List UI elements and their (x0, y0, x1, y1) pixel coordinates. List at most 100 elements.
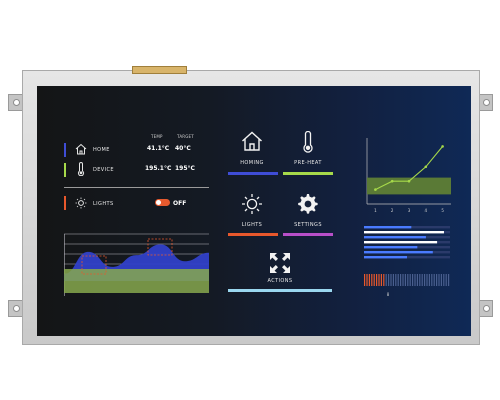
sun-icon (242, 194, 262, 214)
tick-mark (397, 274, 399, 286)
tick-mark (431, 274, 433, 286)
device-row-marker (64, 163, 66, 177)
tick-mark (402, 274, 404, 286)
settings-label: SETTINGS (294, 222, 322, 228)
x-tick-label: 4 (425, 208, 428, 213)
lights-toggle-state: OFF (173, 200, 187, 207)
hbar-bar (364, 226, 412, 229)
tick-mark (407, 274, 409, 286)
x-tick-label: 2 (391, 208, 394, 213)
tick-mark (392, 274, 394, 286)
line-point (441, 145, 444, 148)
lights-row-label: LIGHTS (93, 201, 114, 207)
tick-progress-bar: 8 (364, 274, 450, 297)
home-temp-value: 41.1°C (147, 145, 170, 152)
tick-mark (385, 274, 387, 286)
lights-underline (228, 233, 278, 236)
home-row-marker (64, 143, 66, 157)
hbar-bar (364, 256, 407, 259)
homing-label: HOMING (240, 160, 264, 166)
tick-mark (428, 274, 430, 286)
home-row-label: HOME (93, 147, 110, 153)
tick-mark (438, 274, 440, 286)
preheat-tile[interactable]: PRE-HEAT (283, 131, 333, 177)
tick-mark (440, 274, 442, 286)
tick-mark (421, 274, 423, 286)
touch-screen: TEMP TARGET HOME 41.1°C 40°C DEVICE 195.… (37, 86, 471, 336)
tick-mark (416, 274, 418, 286)
sun-icon (75, 197, 87, 209)
tick-mark (404, 274, 406, 286)
col-header-temp: TEMP (151, 134, 163, 139)
tick-mark (424, 274, 426, 286)
line-point (424, 165, 428, 169)
col-header-target: TARGET (177, 134, 194, 139)
line-chart: 1 2 3 4 5 (366, 138, 451, 213)
tick-mark (376, 274, 378, 286)
tick-mark (448, 274, 450, 286)
hbar-bar (364, 246, 418, 249)
house-icon (242, 131, 262, 151)
tick-mark (414, 274, 416, 286)
hbar-bar (364, 231, 444, 234)
hbar-bar (364, 241, 438, 244)
tick-mark (378, 274, 380, 286)
line-point (374, 188, 377, 191)
lights-tile-label: LIGHTS (241, 222, 263, 228)
hbar-bar (364, 236, 426, 239)
thermometer-icon (77, 162, 85, 176)
tick-mark (383, 274, 385, 286)
tick-mark (366, 274, 368, 286)
mounting-tab-top-left (8, 94, 23, 111)
tick-mark (426, 274, 428, 286)
ribbon-connector (132, 66, 187, 74)
lights-row-marker (64, 196, 66, 210)
tick-mark (436, 274, 438, 286)
x-tick-label: 1 (374, 208, 377, 213)
homing-underline (228, 172, 278, 175)
area-chart (64, 233, 209, 296)
tick-mark (390, 274, 392, 286)
tick-mark (380, 274, 382, 286)
actions-label: ACTIONS (267, 278, 293, 284)
device-target-value: 195°C (175, 165, 195, 172)
tick-mark (400, 274, 402, 286)
device-temp-value: 195.1°C (145, 165, 172, 172)
tick-bar-label: 8 (387, 292, 390, 297)
mounting-tab-bottom-right (478, 300, 493, 317)
mounting-tab-top-right (478, 94, 493, 111)
gear-icon (298, 194, 318, 214)
homing-tile[interactable]: HOMING (227, 131, 277, 177)
tick-mark (409, 274, 411, 286)
line-point (407, 179, 411, 183)
tick-mark (419, 274, 421, 286)
mounting-tab-bottom-left (8, 300, 23, 317)
horizontal-bar-chart (364, 226, 450, 259)
left-panel-divider (64, 187, 209, 188)
expand-arrows-icon (270, 253, 290, 273)
area-band (64, 269, 209, 293)
preheat-label: PRE-HEAT (294, 160, 322, 166)
x-tick-label: 3 (408, 208, 411, 213)
hbar-bar (364, 251, 433, 254)
actions-underline (228, 289, 332, 292)
house-icon (75, 143, 87, 155)
tick-mark (412, 274, 414, 286)
home-target-value: 40°C (175, 145, 191, 152)
tick-mark (395, 274, 397, 286)
tick-mark (443, 274, 445, 286)
settings-underline (283, 233, 333, 236)
tick-mark (433, 274, 435, 286)
device-row-label: DEVICE (93, 167, 114, 173)
tick-mark (368, 274, 370, 286)
thermometer-icon (303, 131, 313, 153)
line-point (390, 179, 394, 183)
tick-mark (371, 274, 373, 286)
actions-tile[interactable]: ACTIONS (255, 250, 305, 290)
tick-mark (388, 274, 390, 286)
tick-mark (373, 274, 375, 286)
tick-mark (445, 274, 447, 286)
tick-mark (364, 274, 366, 286)
x-tick-label: 5 (441, 208, 444, 213)
lights-toggle-switch[interactable] (155, 199, 170, 206)
